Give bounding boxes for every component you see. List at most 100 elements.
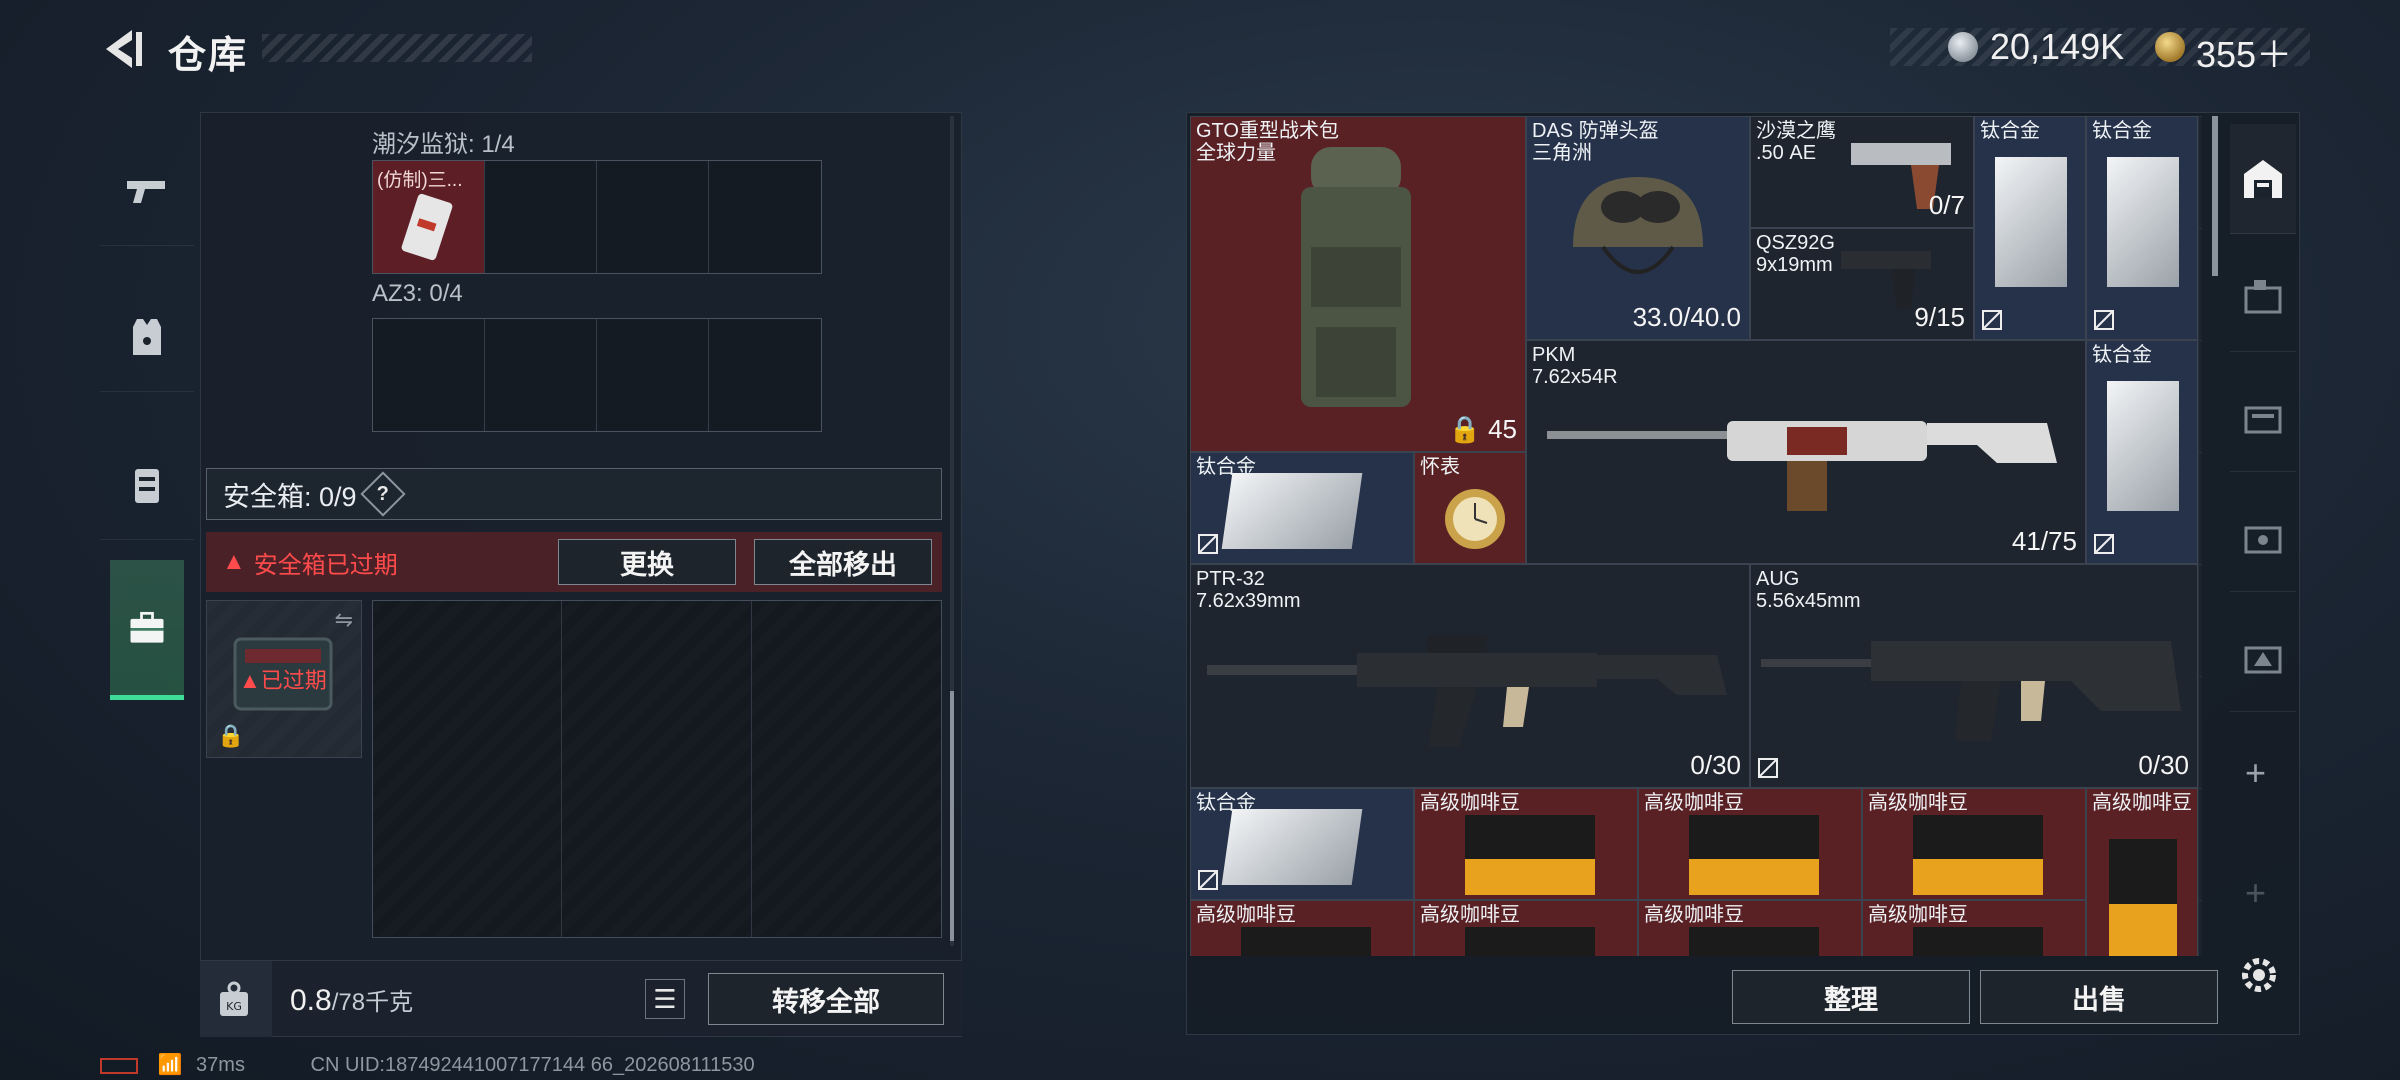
nav-safebox[interactable] <box>110 560 184 700</box>
item-name: 钛合金 <box>2092 344 2152 366</box>
weight-icon: KG <box>220 981 248 1016</box>
container-label-1: 潮汐监狱: 1/4 <box>372 131 515 158</box>
titanium-plate-icon <box>2107 381 2179 511</box>
status-bar: 📶 37ms CN UID:187492441007177144 66_2026… <box>100 1052 755 1077</box>
coffee-bag-icon <box>1465 927 1595 956</box>
item-name: 沙漠之鹰 .50 AE <box>1756 120 1836 164</box>
coffee-bag-icon <box>1913 815 2043 895</box>
item-deagle[interactable]: 沙漠之鹰 .50 AE 0/7 <box>1750 116 1974 228</box>
inventory-scrollbar[interactable] <box>2212 116 2218 276</box>
tab-weapons-storage[interactable] <box>2230 242 2296 352</box>
item-pocket-watch[interactable]: 怀表 <box>1414 452 1526 564</box>
back-arrow-icon[interactable] <box>100 26 146 72</box>
helmet-icon <box>1573 177 1703 274</box>
battery-icon <box>100 1057 138 1074</box>
tab-attachments-storage[interactable] <box>2230 482 2296 592</box>
tab-misc-storage[interactable] <box>2230 602 2296 712</box>
item-coffee-beans[interactable]: 高级咖啡豆 <box>1414 900 1638 956</box>
item-titanium[interactable]: 钛合金 <box>2086 340 2198 564</box>
silver-currency-value: 20,149K <box>1990 26 2125 67</box>
item-name: 钛合金 <box>1980 120 2040 142</box>
tab-armor-storage[interactable] <box>2230 362 2296 472</box>
item-durability: 33.0/40.0 <box>1632 302 1741 332</box>
backpack-icon <box>1301 147 1411 407</box>
item-titanium[interactable]: 钛合金 <box>1190 788 1414 900</box>
add-tab-plus-icon[interactable]: + <box>2245 752 2266 794</box>
pocket-watch-icon <box>1445 489 1505 549</box>
silver-coin-icon <box>1948 32 1978 62</box>
swap-icon[interactable]: ⇋ <box>335 607 353 633</box>
item-coffee-beans[interactable]: 高级咖啡豆 <box>1414 788 1638 900</box>
item-coffee-beans[interactable]: 高级咖啡豆 <box>1190 900 1414 956</box>
safebox-grid[interactable] <box>372 600 942 938</box>
item-name: 钛合金 <box>2092 120 2152 142</box>
item-ptr32[interactable]: PTR-32 7.62x39mm 0/30 <box>1190 564 1750 788</box>
titanium-plate-icon <box>1221 809 1363 885</box>
storage-home-icon <box>2244 159 2282 198</box>
safebox-capacity: 安全箱: 0/9 <box>223 481 357 512</box>
coffee-bag-icon <box>1689 815 1819 895</box>
no-drop-icon <box>1198 534 1218 554</box>
left-scrollbar[interactable] <box>950 116 954 946</box>
item-coffee-beans[interactable]: 高级咖啡豆 <box>1862 788 2086 900</box>
item-coffee-beans[interactable]: 高级咖啡豆 <box>1638 788 1862 900</box>
no-drop-icon <box>1758 758 1778 778</box>
inventory-grid[interactable]: GTO重型战术包 全球力量 🔒 45 DAS 防弹头盔 三角洲 33.0/40.… <box>1190 116 2202 956</box>
item-coffee-beans[interactable]: 高级咖啡豆 <box>2086 788 2198 956</box>
item-ammo: 9/15 <box>1914 302 1965 332</box>
item-name: (仿制)三... <box>377 170 463 191</box>
page-title: 仓库 <box>168 35 249 77</box>
nav-backpack[interactable] <box>100 430 194 540</box>
help-icon[interactable]: ? <box>359 471 406 517</box>
sell-button[interactable]: 出售 <box>1980 970 2218 1024</box>
replace-button[interactable]: 更换 <box>558 539 736 585</box>
list-icon[interactable]: ☰ <box>645 979 685 1019</box>
safebox-thumbnail[interactable]: ▲已过期 ⇋ 🔒 <box>206 600 362 758</box>
sort-button[interactable]: 整理 <box>1732 970 1970 1024</box>
pistol-icon <box>127 180 165 203</box>
coffee-bag-icon <box>2109 839 2177 956</box>
settings-gear-icon[interactable] <box>2236 952 2282 998</box>
briefcase-icon <box>130 611 164 643</box>
ping: 37ms <box>196 1054 245 1076</box>
item-name: 高级咖啡豆 <box>1420 792 1520 814</box>
item-name: 高级咖啡豆 <box>1196 904 1296 926</box>
nav-weapons[interactable] <box>100 136 194 246</box>
item-ammo: 0/7 <box>1928 190 1965 220</box>
item-pkm[interactable]: PKM 7.62x54R 41/75 <box>1526 340 2086 564</box>
weight-display: 0.8/78千克 <box>290 982 413 1018</box>
item-titanium[interactable]: 钛合金 <box>1190 452 1414 564</box>
weight-current: 0.8 <box>290 984 332 1017</box>
no-drop-icon <box>2094 534 2114 554</box>
item-coffee-beans[interactable]: 高级咖啡豆 <box>1862 900 2086 956</box>
item-aug[interactable]: AUG 5.56x45mm 0/30 <box>1750 564 2198 788</box>
nav-armor[interactable] <box>100 282 194 392</box>
container-slots-1[interactable]: (仿制)三... <box>372 160 822 274</box>
attachment-crate-icon <box>2244 526 2282 553</box>
lock-icon: 🔒 <box>217 723 245 748</box>
keycard-icon <box>401 193 453 261</box>
user-uid: CN UID:187492441007177144 66_20260811153… <box>310 1054 755 1076</box>
item-ammo: 0/30 <box>2138 750 2189 780</box>
item-name: 高级咖啡豆 <box>1420 904 1520 926</box>
transfer-all-button[interactable]: 转移全部 <box>708 973 944 1025</box>
item-ammo: 41/75 <box>2011 526 2077 556</box>
wifi-icon: 📶 <box>157 1054 183 1076</box>
item-name: 高级咖啡豆 <box>1644 792 1744 814</box>
item-qsz92g[interactable]: QSZ92G 9x19mm 9/15 <box>1750 228 1974 340</box>
slot-item-fake-card[interactable]: (仿制)三... <box>373 161 485 273</box>
coffee-bag-icon <box>1465 815 1595 895</box>
coffee-bag-icon <box>1241 927 1371 956</box>
safebox-header: 安全箱: 0/9 ? <box>206 468 942 520</box>
gold-currency-value[interactable]: 355＋ <box>2196 26 2292 78</box>
container-label-2: AZ3: 0/4 <box>372 280 463 307</box>
item-coffee-beans[interactable]: 高级咖啡豆 <box>1638 900 1862 956</box>
item-helmet[interactable]: DAS 防弹头盔 三角洲 33.0/40.0 <box>1526 116 1750 340</box>
item-titanium[interactable]: 钛合金 <box>2086 116 2198 340</box>
item-titanium[interactable]: 钛合金 <box>1974 116 2086 340</box>
container-slots-2[interactable] <box>372 318 822 432</box>
move-all-out-button[interactable]: 全部移出 <box>754 539 932 585</box>
item-backpack[interactable]: GTO重型战术包 全球力量 🔒 45 <box>1190 116 1526 452</box>
rifle-icon <box>1207 635 1727 747</box>
tab-all-items[interactable] <box>2230 124 2296 234</box>
